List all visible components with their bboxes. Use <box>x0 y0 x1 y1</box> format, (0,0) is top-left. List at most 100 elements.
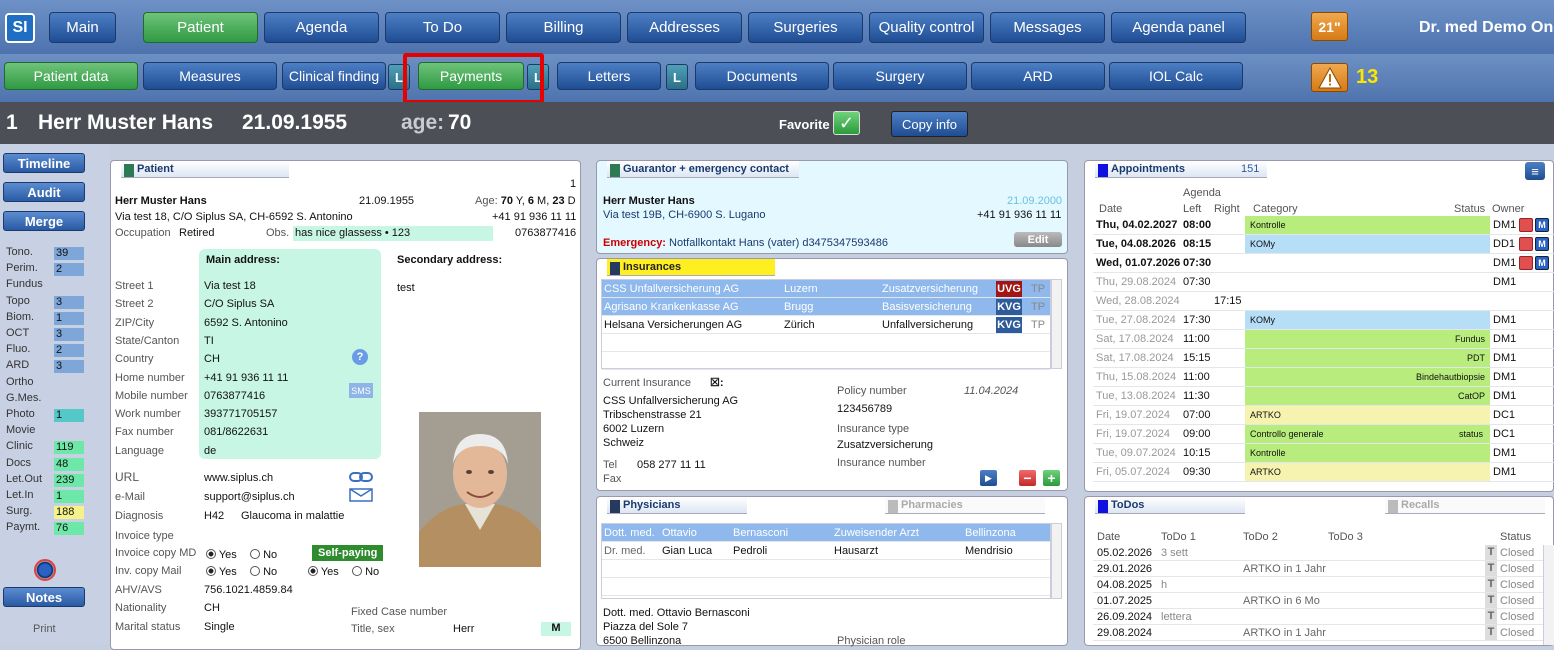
nav-patient-button[interactable]: Patient <box>143 12 258 43</box>
mail-icon[interactable] <box>349 488 373 502</box>
patient-photo[interactable] <box>419 412 541 567</box>
nav-billing-button[interactable]: Billing <box>506 12 621 43</box>
count-value[interactable]: 2 <box>54 344 84 358</box>
appointment-row[interactable]: Tue, 27.08.2024 17:30 KOMy DM1 <box>1093 311 1554 330</box>
physician-row[interactable]: Dott. med. Ottavio Bernasconi Zuweisender A… <box>602 524 1050 542</box>
invoice-md-yes[interactable]: Yes <box>206 549 237 561</box>
count-value[interactable]: 3 <box>54 328 84 341</box>
count-value[interactable]: 188 <box>54 506 84 520</box>
count-value[interactable]: 1 <box>54 311 84 325</box>
count-value[interactable]: 119 <box>54 441 84 455</box>
count-value[interactable]: 48 <box>54 457 84 471</box>
self-paying-no[interactable]: No <box>352 566 379 578</box>
todo-row[interactable]: 05.02.2026 3 sett T Closed <box>1093 545 1543 561</box>
policy-number[interactable]: 123456789 <box>837 403 892 415</box>
field-value[interactable]: 393771705157 <box>204 408 277 420</box>
record-icon[interactable] <box>34 559 56 581</box>
notes-button[interactable]: Notes <box>3 587 85 607</box>
help-icon[interactable]: ? <box>352 349 368 365</box>
field-value[interactable]: 081/8622631 <box>204 426 268 438</box>
invoice-md-no[interactable]: No <box>250 549 277 561</box>
tab-documents[interactable]: Documents <box>695 62 829 90</box>
nav-surgeries-button[interactable]: Surgeries <box>748 12 863 43</box>
tab-measures[interactable]: Measures <box>143 62 277 90</box>
radio-unchecked-icon[interactable] <box>352 566 362 576</box>
appointment-flag-icon[interactable] <box>1519 237 1533 251</box>
count-value[interactable]: 2 <box>54 263 84 277</box>
radio-checked-icon[interactable] <box>206 566 216 576</box>
tab-ard[interactable]: ARD <box>971 62 1105 90</box>
insurance-row[interactable]: Helsana Versicherungen AG Zürich Unfallver… <box>602 316 1050 334</box>
physicians-title[interactable]: Physicians <box>607 497 747 514</box>
obs-field[interactable]: has nice glassess • 123 <box>293 226 493 241</box>
app-logo[interactable]: SI <box>5 13 35 43</box>
radio-unchecked-icon[interactable] <box>250 566 260 576</box>
edit-guarantor-button[interactable]: Edit <box>1014 232 1062 247</box>
radio-checked-icon[interactable] <box>308 566 318 576</box>
insurance-row[interactable]: CSS Unfallversicherung AG Luzern Zusatzver… <box>602 280 1050 298</box>
count-value[interactable]: 239 <box>54 473 84 487</box>
todo-row[interactable]: 29.08.2024 ARTKO in 1 Jahr T Closed <box>1093 625 1543 641</box>
appointment-mail-icon[interactable]: M <box>1535 256 1549 270</box>
todos-scrollbar[interactable] <box>1543 545 1554 645</box>
warning-button[interactable] <box>1311 63 1348 92</box>
insurances-scrollbar[interactable] <box>1051 279 1062 369</box>
email-value[interactable]: support@siplus.ch <box>204 491 295 503</box>
todo-row[interactable]: 29.01.2026 ARTKO in 1 Jahr T Closed <box>1093 561 1543 577</box>
appointment-row[interactable]: Thu, 29.08.2024 07:30 DM1 <box>1093 273 1554 292</box>
appointments-menu-icon[interactable]: ≡ <box>1525 162 1545 180</box>
tab-iol-calc[interactable]: IOL Calc <box>1109 62 1243 90</box>
appointment-row[interactable]: Thu, 15.08.2024 11:00 Bindehautbiopsie DM1 <box>1093 368 1554 387</box>
count-value[interactable]: 1 <box>54 490 84 503</box>
field-value[interactable]: C/O Siplus SA <box>204 298 274 310</box>
add-insurance-icon[interactable]: + <box>1043 470 1060 486</box>
remove-insurance-icon[interactable]: − <box>1019 470 1036 486</box>
nav-messages-button[interactable]: Messages <box>990 12 1105 43</box>
todo-row[interactable]: 04.08.2025 h T Closed <box>1093 577 1543 593</box>
count-value[interactable]: 76 <box>54 522 84 536</box>
todo-row[interactable]: 26.09.2024 lettera T Closed <box>1093 609 1543 625</box>
field-value[interactable]: CH <box>204 353 220 365</box>
appointment-row[interactable]: Thu, 04.02.2027 08:00 Kontrolle DM1 M <box>1093 216 1554 235</box>
field-value[interactable]: 6592 S. Antonino <box>204 317 288 329</box>
appointment-row[interactable]: Tue, 09.07.2024 10:15 Kontrolle DM1 <box>1093 444 1554 463</box>
tab-clinical-finding[interactable]: Clinical finding <box>282 62 386 90</box>
nav-agenda-panel-button[interactable]: Agenda panel <box>1111 12 1246 43</box>
appointment-mail-icon[interactable]: M <box>1535 218 1549 232</box>
timeline-button[interactable]: Timeline <box>3 153 85 173</box>
appointment-row[interactable]: Sat, 17.08.2024 11:00 Fundus DM1 <box>1093 330 1554 349</box>
appointment-flag-icon[interactable] <box>1519 218 1533 232</box>
count-value[interactable]: 3 <box>54 360 84 374</box>
appointment-row[interactable]: Wed, 28.08.2024 17:15 <box>1093 292 1554 311</box>
tab-recalls[interactable]: Recalls <box>1385 497 1545 514</box>
link-icon[interactable] <box>349 471 373 483</box>
invoice-mail-no[interactable]: No <box>250 566 277 578</box>
todo-row[interactable]: 01.07.2025 ARTKO in 6 Mo T Closed <box>1093 593 1543 609</box>
field-value[interactable]: Via test 18 <box>204 280 256 292</box>
appointment-row[interactable]: Sat, 17.08.2024 15:15 PDT DM1 <box>1093 349 1554 368</box>
tab-surgery[interactable]: Surgery <box>833 62 967 90</box>
insurance-type-value[interactable]: Zusatzversicherung <box>837 439 933 451</box>
screen-size-button[interactable]: 21" <box>1311 12 1348 41</box>
appointment-flag-icon[interactable] <box>1519 256 1533 270</box>
url-value[interactable]: www.siplus.ch <box>204 472 273 484</box>
self-paying-yes[interactable]: Yes <box>308 566 339 578</box>
favorite-checkbox[interactable]: ✓ <box>833 111 860 135</box>
tab-patient-data[interactable]: Patient data <box>4 62 138 90</box>
current-insurance-checkbox[interactable]: ☒: <box>710 376 724 389</box>
tab-letters[interactable]: Letters <box>557 62 661 90</box>
audit-button[interactable]: Audit <box>3 182 85 202</box>
play-icon[interactable]: ▶ <box>980 470 997 486</box>
appointment-row[interactable]: Fri, 05.07.2024 09:30 ARTKO DM1 <box>1093 463 1554 482</box>
nav-addresses-button[interactable]: Addresses <box>627 12 742 43</box>
sex-code[interactable]: M <box>541 622 571 636</box>
invoice-mail-yes[interactable]: Yes <box>206 566 237 578</box>
letters-l-button[interactable]: L <box>666 64 688 90</box>
nav-quality-control-button[interactable]: Quality control <box>869 12 984 43</box>
tab-pharmacies[interactable]: Pharmacies <box>885 497 1045 514</box>
field-value[interactable]: TI <box>204 335 214 347</box>
physician-row[interactable]: Dr. med. Gian Luca Pedroli Hausarzt Mendrisi… <box>602 542 1050 560</box>
self-paying-badge[interactable]: Self-paying <box>312 545 384 561</box>
field-value[interactable]: +41 91 936 11 11 <box>204 372 288 384</box>
field-value[interactable]: 0763877416 <box>204 390 265 402</box>
